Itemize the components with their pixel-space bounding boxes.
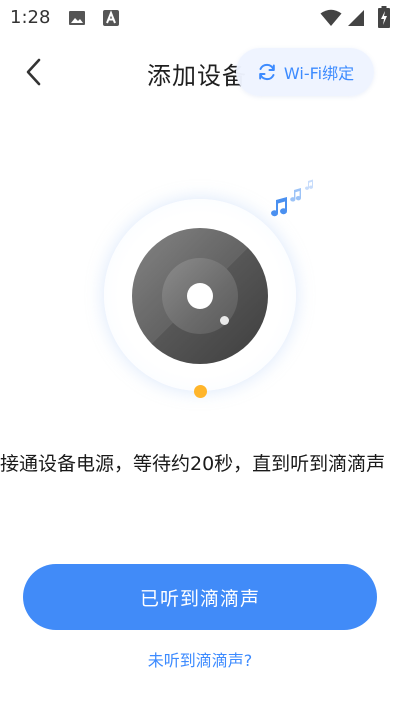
wifi-icon bbox=[320, 9, 342, 31]
status-indicator-dot bbox=[194, 385, 207, 398]
instruction-text: 接通设备电源，等待约20秒，直到听到滴滴声 bbox=[0, 453, 386, 475]
status-bar: 1:28 bbox=[0, 0, 400, 36]
font-download-icon bbox=[102, 9, 120, 31]
image-icon bbox=[68, 9, 86, 31]
not-heard-beep-link[interactable]: 未听到滴滴声? bbox=[0, 647, 400, 671]
speaker-disc-icon bbox=[132, 228, 268, 364]
battery-charging-icon bbox=[378, 6, 390, 32]
page-title: 添加设备 bbox=[147, 62, 247, 90]
wifi-bind-button[interactable]: Wi-Fi绑定 bbox=[236, 48, 374, 96]
status-time: 1:28 bbox=[10, 7, 51, 28]
music-note-icon bbox=[271, 179, 314, 217]
speaker-illustration bbox=[100, 179, 314, 405]
refresh-icon bbox=[259, 63, 275, 81]
chevron-left-icon bbox=[26, 58, 41, 86]
signal-icon bbox=[347, 9, 365, 31]
wifi-bind-label: Wi-Fi绑定 bbox=[283, 64, 355, 83]
heard-beep-button[interactable]: 已听到滴滴声 bbox=[23, 564, 377, 630]
back-button[interactable] bbox=[18, 54, 52, 90]
